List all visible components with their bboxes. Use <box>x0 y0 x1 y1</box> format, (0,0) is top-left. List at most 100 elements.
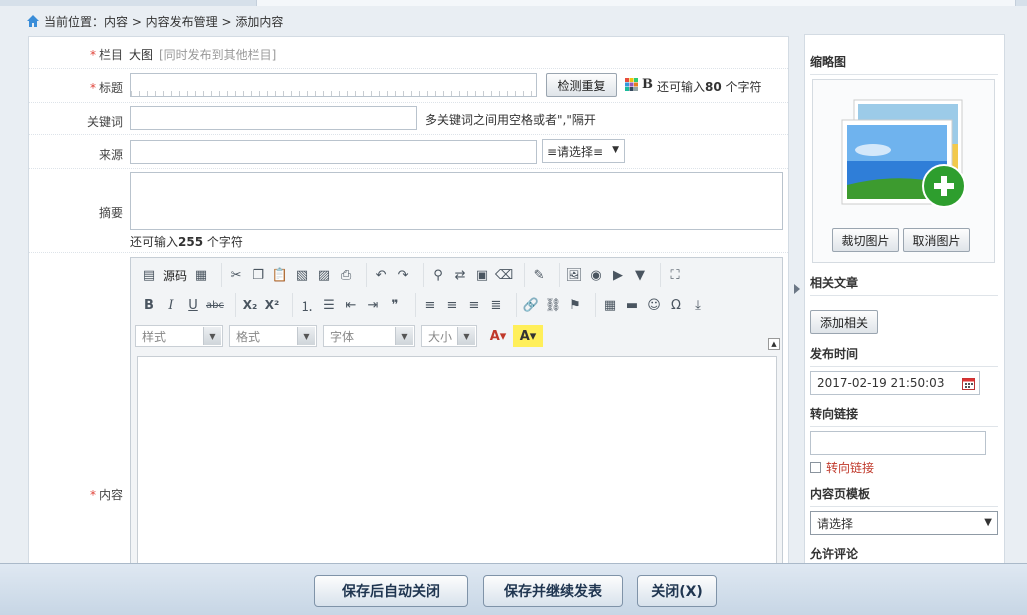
keywords-row: 关键词 多关键词之间用空格或者","隔开 <box>29 103 788 135</box>
style-combo[interactable]: 样式 ▼ <box>135 325 223 347</box>
content-label: * 内容 <box>89 488 123 502</box>
align-justify-icon[interactable]: ≣ <box>485 294 507 316</box>
redirect-url-input[interactable] <box>810 431 986 455</box>
size-combo[interactable]: 大小 ▼ <box>421 325 477 347</box>
template-icon[interactable]: ▦ <box>190 264 212 286</box>
title-label: * 标题 <box>89 81 123 95</box>
sidebar-toggle-icon[interactable] <box>794 284 800 294</box>
remove-format-icon[interactable]: ⌫ <box>493 264 515 286</box>
source-button[interactable]: 源码 <box>160 264 190 286</box>
video-icon[interactable]: ▼ <box>629 264 651 286</box>
add-related-button[interactable]: 添加相关 <box>810 310 878 334</box>
horizontal-rule-icon[interactable]: ▬ <box>621 294 643 316</box>
summary-textarea[interactable] <box>130 172 783 230</box>
template-select[interactable]: 请选择 ▼ <box>810 511 998 535</box>
redirect-checkbox-row: 转向链接 <box>810 459 874 476</box>
flash-icon[interactable]: ◉ <box>585 264 607 286</box>
align-right-icon[interactable]: ≡ <box>463 294 485 316</box>
spellcheck-icon[interactable]: ✎ <box>528 264 550 286</box>
title-counter: 还可输入80 个字符 <box>657 80 762 94</box>
background-color-icon[interactable]: A▾ <box>513 325 543 347</box>
chevron-down-icon: ▼ <box>984 517 992 528</box>
editor-toolbar-row-1: ▤ 源码 ▦ ✂ ❐ 📋 ▧ ▨ ⎙ ↶ ↷ ⚲ ⇄ ▣ ⌫ ✎ 🖼 ◉ ▶ ▼… <box>135 262 695 288</box>
bottom-action-bar: 保存后自动关闭 保存并继续发表 关闭(X) <box>0 563 1027 615</box>
superscript-button[interactable]: X² <box>261 294 283 316</box>
underline-button[interactable]: U <box>182 294 204 316</box>
chevron-down-icon: ▼ <box>203 327 221 345</box>
title-row: * 标题 检测重复 B 还可输入80 个字符 <box>29 69 788 103</box>
emoticon-icon[interactable]: ☺ <box>643 294 665 316</box>
paste-text-icon[interactable]: ▧ <box>291 264 313 286</box>
copy-icon[interactable]: ❐ <box>247 264 269 286</box>
anchor-icon[interactable]: ⚑ <box>564 294 586 316</box>
keywords-hint: 多关键词之间用空格或者","隔开 <box>425 113 596 127</box>
check-duplicate-button[interactable]: 检测重复 <box>546 73 617 97</box>
bold-button[interactable]: B <box>138 294 160 316</box>
editor-toolbar-row-2: B I U abc X₂ X² ⒈ ☰ ⇤ ⇥ ❞ ≡ ≡ ≡ ≣ 🔗 ⛓ ⚑ … <box>135 292 718 318</box>
subscript-button[interactable]: X₂ <box>239 294 261 316</box>
replace-icon[interactable]: ⇄ <box>449 264 471 286</box>
page-break-icon[interactable]: ⤓ <box>687 294 709 316</box>
select-all-icon[interactable]: ▣ <box>471 264 493 286</box>
publish-to-other-categories-link[interactable]: [同时发布到其他栏目] <box>159 46 276 63</box>
collapse-toolbar-icon[interactable]: ▲ <box>768 338 780 350</box>
source-input[interactable] <box>130 140 537 164</box>
cancel-image-button[interactable]: 取消图片 <box>903 228 970 252</box>
close-button[interactable]: 关闭(X) <box>637 575 717 607</box>
paste-word-icon[interactable]: ▨ <box>313 264 335 286</box>
print-icon[interactable]: ⎙ <box>335 264 357 286</box>
numbered-list-icon[interactable]: ⒈ <box>296 294 318 316</box>
image-icon[interactable]: 🖼 <box>563 264 585 286</box>
title-input[interactable] <box>130 73 537 97</box>
keywords-input[interactable] <box>130 106 417 130</box>
template-title: 内容页模板 <box>810 485 998 507</box>
paste-icon[interactable]: 📋 <box>269 264 291 286</box>
chevron-down-icon: ▼ <box>612 145 619 155</box>
save-and-close-button[interactable]: 保存后自动关闭 <box>314 575 468 607</box>
table-icon[interactable]: ▦ <box>599 294 621 316</box>
save-and-continue-button[interactable]: 保存并继续发表 <box>483 575 623 607</box>
strikethrough-button[interactable]: abc <box>204 294 226 316</box>
indent-icon[interactable]: ⇥ <box>362 294 384 316</box>
top-tab <box>256 0 1016 6</box>
special-char-button[interactable]: Ω <box>665 294 687 316</box>
source-select[interactable]: ≡请选择≡ ▼ <box>542 139 625 163</box>
redirect-checkbox-label: 转向链接 <box>826 461 875 475</box>
bold-title-icon[interactable]: B <box>642 77 653 92</box>
outdent-icon[interactable]: ⇤ <box>340 294 362 316</box>
cut-icon[interactable]: ✂ <box>225 264 247 286</box>
text-color-icon[interactable]: A▾ <box>483 325 513 347</box>
color-palette-icon[interactable] <box>625 78 638 91</box>
link-icon[interactable]: 🔗 <box>520 294 542 316</box>
top-strip <box>0 0 1027 6</box>
maximize-icon[interactable]: ⛶ <box>664 264 686 286</box>
summary-counter: 还可输入255 个字符 <box>130 235 243 249</box>
italic-button[interactable]: I <box>160 294 182 316</box>
add-image-icon[interactable] <box>813 80 996 226</box>
format-combo[interactable]: 格式 ▼ <box>229 325 317 347</box>
redirect-checkbox[interactable] <box>810 462 821 473</box>
align-center-icon[interactable]: ≡ <box>441 294 463 316</box>
font-combo[interactable]: 字体 ▼ <box>323 325 415 347</box>
redo-icon[interactable]: ↷ <box>392 264 414 286</box>
media-icon[interactable]: ▶ <box>607 264 629 286</box>
publish-time-input[interactable]: 2017-02-19 21:50:03 <box>810 371 980 395</box>
calendar-icon[interactable] <box>962 377 975 390</box>
align-left-icon[interactable]: ≡ <box>419 294 441 316</box>
summary-row: 摘要 还可输入255 个字符 <box>29 169 788 253</box>
chevron-down-icon: ▼ <box>395 327 413 345</box>
bulleted-list-icon[interactable]: ☰ <box>318 294 340 316</box>
unlink-icon[interactable]: ⛓ <box>542 294 564 316</box>
thumbnail-title: 缩略图 <box>810 53 998 75</box>
summary-label: 摘要 <box>98 206 123 220</box>
category-value: 大图 <box>129 48 154 62</box>
thumbnail-box: 裁切图片 取消图片 <box>812 79 995 263</box>
rich-text-editor: ▤ 源码 ▦ ✂ ❐ 📋 ▧ ▨ ⎙ ↶ ↷ ⚲ ⇄ ▣ ⌫ ✎ 🖼 ◉ ▶ ▼… <box>130 257 783 575</box>
category-label: * 栏目 <box>89 48 123 62</box>
undo-icon[interactable]: ↶ <box>370 264 392 286</box>
crop-image-button[interactable]: 裁切图片 <box>832 228 899 252</box>
find-icon[interactable]: ⚲ <box>427 264 449 286</box>
editor-content-area[interactable] <box>137 356 777 575</box>
publish-time-title: 发布时间 <box>810 345 998 367</box>
blockquote-button[interactable]: ❞ <box>384 294 406 316</box>
